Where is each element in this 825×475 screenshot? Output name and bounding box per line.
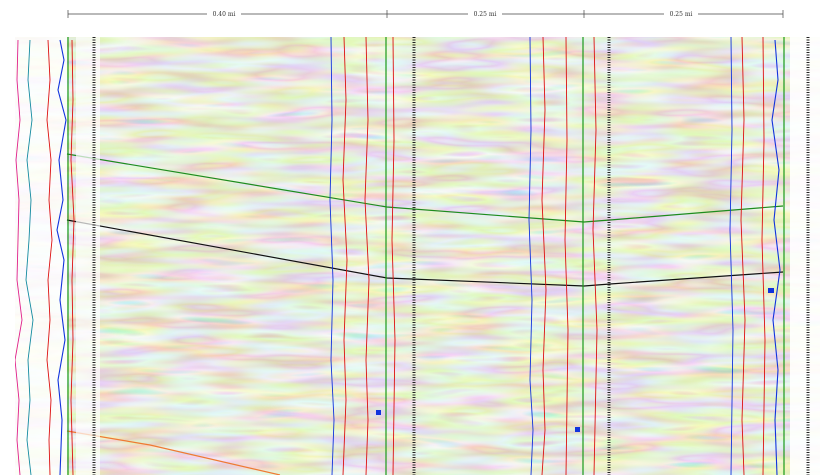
distance-label-1: 0.40 mi [213, 11, 236, 18]
seismic-section [15, 37, 820, 475]
distance-scale-bar: 0.40 mi 0.25 mi 0.25 mi [67, 9, 784, 19]
distance-label-3: 0.25 mi [670, 11, 693, 18]
well-2-marker [376, 410, 381, 415]
cross-section-panel: 0.40 mi 0.25 mi 0.25 mi [15, 9, 820, 475]
well-4-marker [768, 288, 774, 293]
well-3-marker [575, 427, 580, 432]
distance-label-2: 0.25 mi [474, 11, 497, 18]
